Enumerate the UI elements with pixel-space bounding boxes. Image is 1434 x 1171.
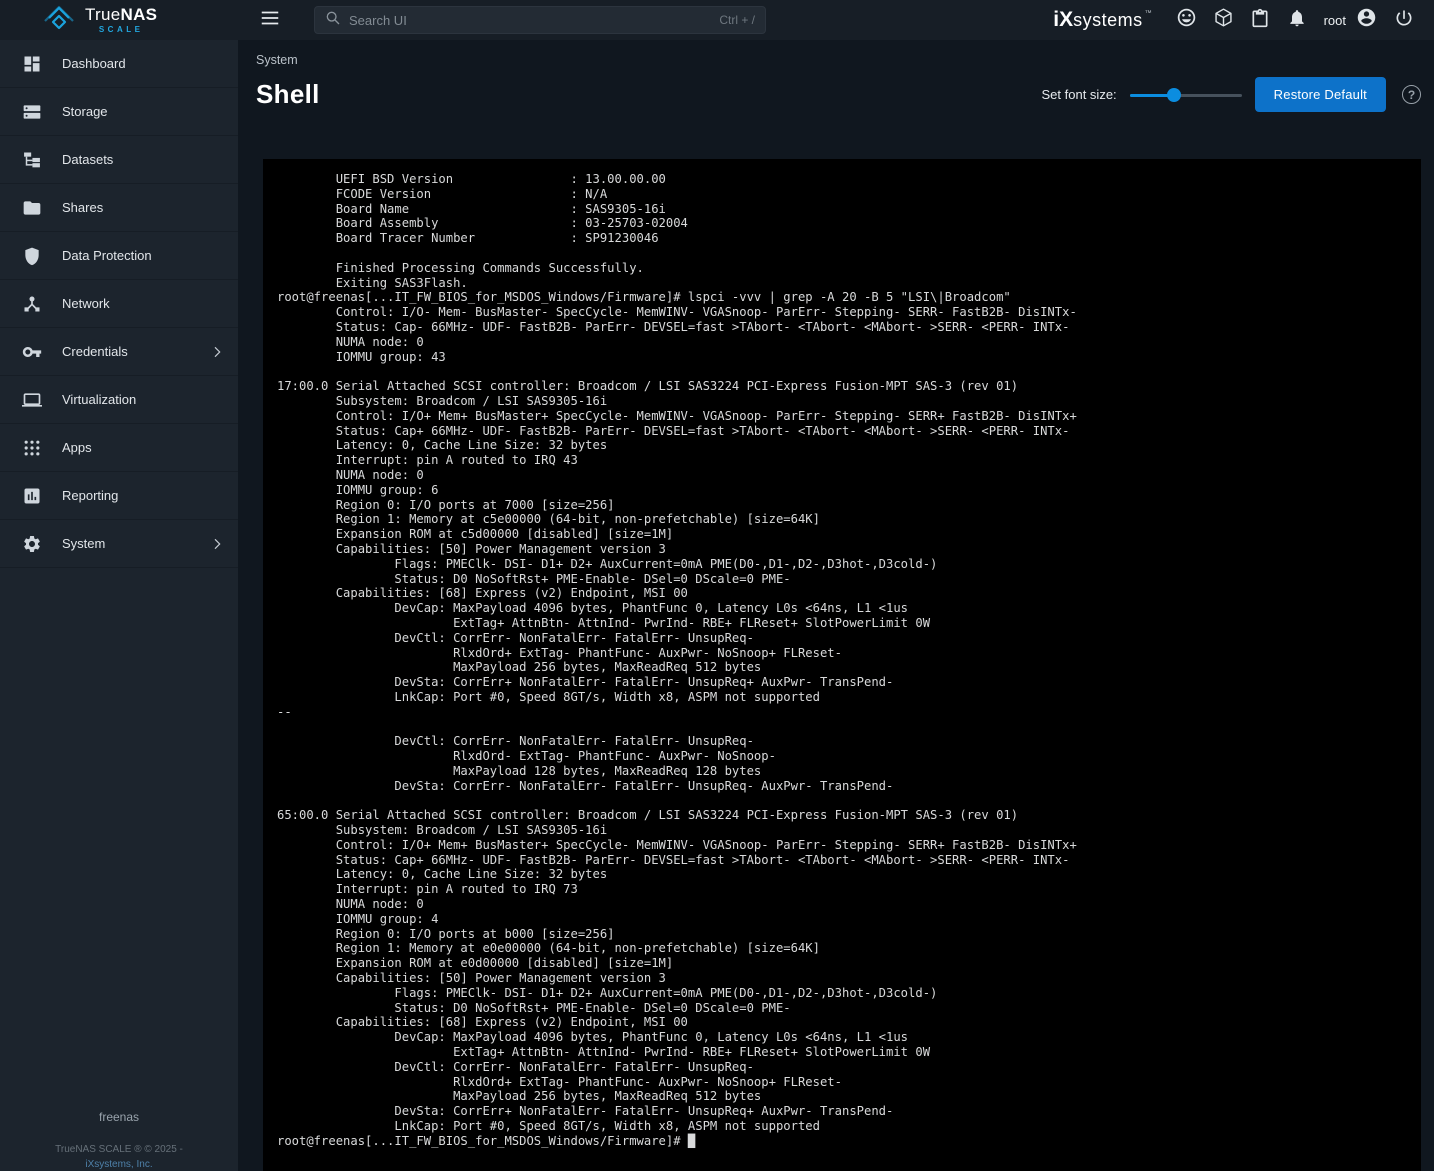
page-title: Shell xyxy=(256,79,320,110)
power-button[interactable] xyxy=(1385,0,1422,40)
ix-logo-tm: ™ xyxy=(1145,10,1152,17)
chevron-right-icon xyxy=(209,344,225,365)
dashboard-icon xyxy=(22,54,42,74)
sidebar-item-label: Virtualization xyxy=(62,392,136,407)
truenas-app: TrueNAS SCALE Ctrl + / iXsystems™ xyxy=(0,0,1434,1171)
font-size-slider[interactable] xyxy=(1130,85,1242,105)
ix-logo-text: systems xyxy=(1073,10,1143,31)
search-shortcut-hint: Ctrl + / xyxy=(719,13,755,27)
brand-name: TrueNAS xyxy=(85,6,157,23)
sidebar-item-label: System xyxy=(62,536,105,551)
apps-grid-icon xyxy=(22,438,42,458)
sidebar-item-label: Storage xyxy=(62,104,108,119)
sidebar-item-label: Reporting xyxy=(62,488,118,503)
sidebar-item-label: Network xyxy=(62,296,110,311)
feedback-button[interactable] xyxy=(1168,0,1205,40)
search-input[interactable] xyxy=(349,13,711,28)
font-size-label: Set font size: xyxy=(1042,87,1117,102)
user-menu-button[interactable] xyxy=(1348,0,1385,40)
ixsystems-link[interactable]: iXsystems, Inc. xyxy=(0,1159,238,1170)
jobs-button[interactable] xyxy=(1242,0,1279,40)
main-content: System Shell Set font size: Restore Defa… xyxy=(238,40,1434,1171)
ix-logo-mark: iX xyxy=(1053,8,1073,32)
shield-icon xyxy=(22,246,42,266)
account-circle-icon xyxy=(1356,7,1377,33)
bar-chart-icon xyxy=(22,486,42,506)
ixsystems-logo[interactable]: iXsystems™ xyxy=(1053,8,1151,32)
key-icon xyxy=(22,342,42,362)
shell-toolbar: Set font size: Restore Default xyxy=(1042,77,1421,112)
chevron-right-icon xyxy=(209,536,225,557)
cube-icon xyxy=(1213,7,1234,33)
top-bar: TrueNAS SCALE Ctrl + / iXsystems™ xyxy=(0,0,1434,40)
hamburger-menu-button[interactable] xyxy=(250,0,290,40)
sidebar-footer: freenas TrueNAS SCALE ® © 2025 - iXsyste… xyxy=(0,1110,238,1171)
truenas-logo[interactable]: TrueNAS SCALE xyxy=(0,4,238,36)
smiley-icon xyxy=(1176,7,1197,33)
truecommand-button[interactable] xyxy=(1205,0,1242,40)
brand-name-bold: NAS xyxy=(121,5,158,24)
sidebar-item-system[interactable]: System xyxy=(0,520,238,568)
restore-default-button[interactable]: Restore Default xyxy=(1255,77,1386,112)
alerts-button[interactable] xyxy=(1279,0,1316,40)
topbar-actions: iXsystems™ xyxy=(1053,0,1434,40)
sidebar-item-label: Data Protection xyxy=(62,248,152,263)
gear-icon xyxy=(22,534,42,554)
hamburger-icon xyxy=(259,7,281,34)
bell-icon xyxy=(1287,8,1307,33)
sidebar-nav: Dashboard Storage Datasets Shares xyxy=(0,40,238,1171)
network-hub-icon xyxy=(22,294,42,314)
sidebar-item-network[interactable]: Network xyxy=(0,280,238,328)
sidebar-item-label: Apps xyxy=(62,440,92,455)
storage-icon xyxy=(22,102,42,122)
shell-terminal[interactable]: UEFI BSD Version : 13.00.00.00 FCODE Ver… xyxy=(263,159,1421,1171)
page-header: Shell Set font size: Restore Default xyxy=(256,77,1421,112)
logged-in-user-label: root xyxy=(1324,13,1346,28)
sidebar-item-datasets[interactable]: Datasets xyxy=(0,136,238,184)
computer-icon xyxy=(22,390,42,410)
sidebar-item-storage[interactable]: Storage xyxy=(0,88,238,136)
sidebar-item-label: Datasets xyxy=(62,152,113,167)
truenas-logo-icon xyxy=(42,4,76,36)
slider-thumb[interactable] xyxy=(1167,88,1181,102)
sidebar-item-apps[interactable]: Apps xyxy=(0,424,238,472)
datasets-tree-icon xyxy=(22,150,42,170)
brand-subtitle: SCALE xyxy=(99,26,144,34)
copyright-label: TrueNAS SCALE ® © 2025 - xyxy=(0,1144,238,1155)
hostname-label: freenas xyxy=(0,1110,238,1124)
sidebar-item-shares[interactable]: Shares xyxy=(0,184,238,232)
global-search[interactable]: Ctrl + / xyxy=(314,6,766,34)
sidebar-item-data-protection[interactable]: Data Protection xyxy=(0,232,238,280)
search-icon xyxy=(325,10,341,31)
power-icon xyxy=(1394,8,1414,33)
sidebar-item-label: Dashboard xyxy=(62,56,126,71)
sidebar-item-credentials[interactable]: Credentials xyxy=(0,328,238,376)
help-icon[interactable] xyxy=(1402,85,1421,104)
sidebar-item-reporting[interactable]: Reporting xyxy=(0,472,238,520)
clipboard-icon xyxy=(1250,8,1270,33)
folder-icon xyxy=(22,198,42,218)
truenas-logo-text: TrueNAS SCALE xyxy=(85,6,157,34)
brand-name-light: True xyxy=(85,5,121,24)
sidebar-item-label: Credentials xyxy=(62,344,128,359)
sidebar-item-label: Shares xyxy=(62,200,103,215)
terminal-output[interactable]: UEFI BSD Version : 13.00.00.00 FCODE Ver… xyxy=(263,159,1421,1159)
sidebar-item-dashboard[interactable]: Dashboard xyxy=(0,40,238,88)
breadcrumb[interactable]: System xyxy=(256,53,298,67)
sidebar-item-virtualization[interactable]: Virtualization xyxy=(0,376,238,424)
